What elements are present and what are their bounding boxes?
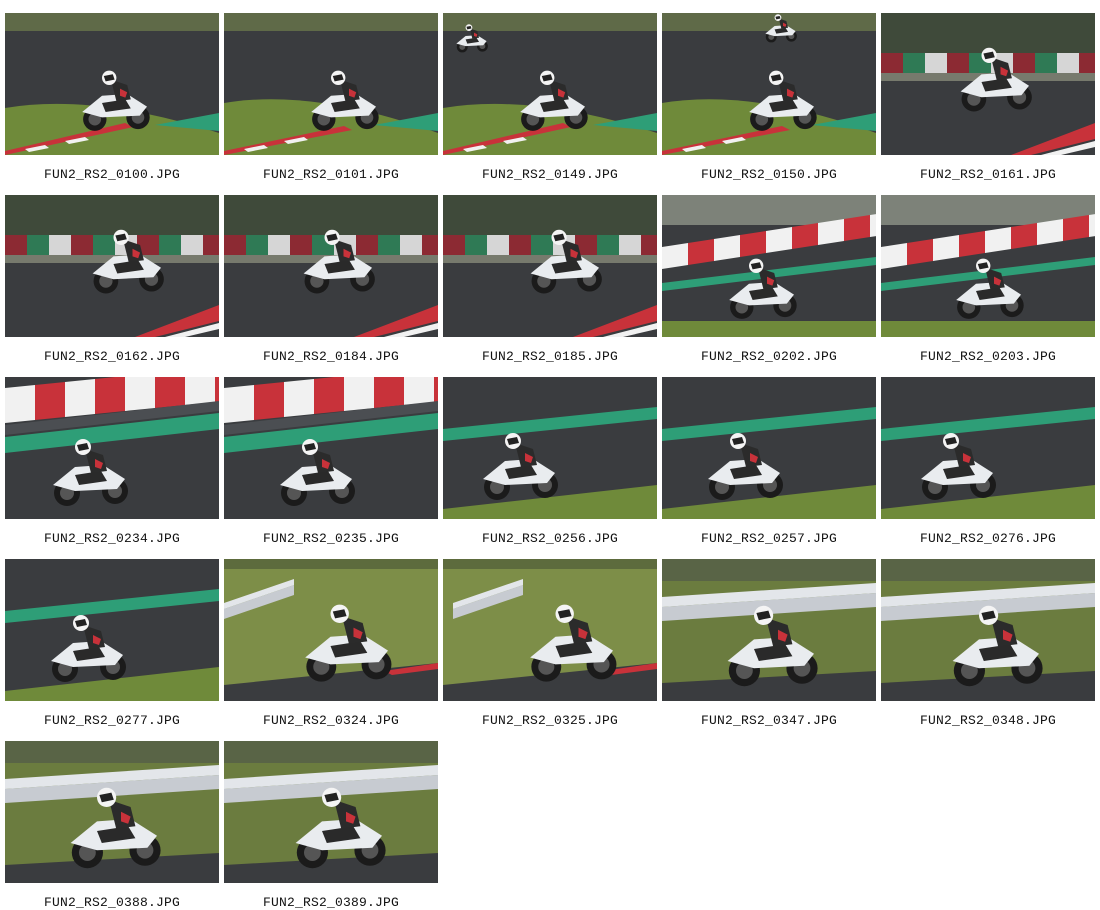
photo-filename-label: FUN2_RS2_0234.JPG xyxy=(43,531,181,546)
photo-filename-label: FUN2_RS2_0185.JPG xyxy=(481,349,619,364)
photo-filename-label: FUN2_RS2_0149.JPG xyxy=(481,167,619,182)
motorcycle-photo-thumbnail[interactable] xyxy=(5,741,219,883)
photo-thumbnail-tile[interactable]: FUN2_RS2_0389.JPG xyxy=(224,741,438,910)
photo-thumbnail-tile[interactable]: FUN2_RS2_0347.JPG xyxy=(662,559,876,728)
motorcycle-photo-thumbnail[interactable] xyxy=(662,13,876,155)
photo-filename-label: FUN2_RS2_0324.JPG xyxy=(262,713,400,728)
motorcycle-photo-thumbnail[interactable] xyxy=(443,559,657,701)
motorcycle-photo-thumbnail[interactable] xyxy=(224,195,438,337)
photo-filename-label: FUN2_RS2_0389.JPG xyxy=(262,895,400,910)
photo-filename-label: FUN2_RS2_0184.JPG xyxy=(262,349,400,364)
photo-thumbnail-tile[interactable]: FUN2_RS2_0203.JPG xyxy=(881,195,1095,364)
motorcycle-photo-thumbnail[interactable] xyxy=(443,13,657,155)
photo-thumbnail-tile[interactable]: FUN2_RS2_0276.JPG xyxy=(881,377,1095,546)
photo-filename-label: FUN2_RS2_0100.JPG xyxy=(43,167,181,182)
photo-filename-label: FUN2_RS2_0277.JPG xyxy=(43,713,181,728)
motorcycle-photo-thumbnail[interactable] xyxy=(881,559,1095,701)
photo-filename-label: FUN2_RS2_0150.JPG xyxy=(700,167,838,182)
motorcycle-photo-thumbnail[interactable] xyxy=(5,195,219,337)
motorcycle-photo-thumbnail[interactable] xyxy=(662,377,876,519)
photo-thumbnail-tile[interactable]: FUN2_RS2_0348.JPG xyxy=(881,559,1095,728)
photo-thumbnail-tile[interactable]: FUN2_RS2_0101.JPG xyxy=(224,13,438,182)
photo-thumbnail-tile[interactable]: FUN2_RS2_0257.JPG xyxy=(662,377,876,546)
motorcycle-photo-thumbnail[interactable] xyxy=(443,195,657,337)
photo-thumbnail-tile[interactable]: FUN2_RS2_0256.JPG xyxy=(443,377,657,546)
photo-gallery: FUN2_RS2_0100.JPG FUN2_RS2_0101.JPG FUN2_R… xyxy=(5,13,1095,910)
motorcycle-photo-thumbnail[interactable] xyxy=(881,377,1095,519)
photo-thumbnail-tile[interactable]: FUN2_RS2_0150.JPG xyxy=(662,13,876,182)
photo-filename-label: FUN2_RS2_0276.JPG xyxy=(919,531,1057,546)
motorcycle-photo-thumbnail[interactable] xyxy=(662,195,876,337)
photo-filename-label: FUN2_RS2_0348.JPG xyxy=(919,713,1057,728)
photo-thumbnail-tile[interactable]: FUN2_RS2_0277.JPG xyxy=(5,559,219,728)
photo-filename-label: FUN2_RS2_0101.JPG xyxy=(262,167,400,182)
photo-thumbnail-tile[interactable]: FUN2_RS2_0234.JPG xyxy=(5,377,219,546)
photo-thumbnail-tile[interactable]: FUN2_RS2_0149.JPG xyxy=(443,13,657,182)
photo-thumbnail-tile[interactable]: FUN2_RS2_0100.JPG xyxy=(5,13,219,182)
photo-filename-label: FUN2_RS2_0203.JPG xyxy=(919,349,1057,364)
photo-thumbnail-tile[interactable]: FUN2_RS2_0162.JPG xyxy=(5,195,219,364)
photo-filename-label: FUN2_RS2_0325.JPG xyxy=(481,713,619,728)
photo-filename-label: FUN2_RS2_0256.JPG xyxy=(481,531,619,546)
photo-filename-label: FUN2_RS2_0162.JPG xyxy=(43,349,181,364)
photo-filename-label: FUN2_RS2_0257.JPG xyxy=(700,531,838,546)
photo-thumbnail-tile[interactable]: FUN2_RS2_0324.JPG xyxy=(224,559,438,728)
motorcycle-photo-thumbnail[interactable] xyxy=(5,377,219,519)
photo-filename-label: FUN2_RS2_0161.JPG xyxy=(919,167,1057,182)
photo-filename-label: FUN2_RS2_0347.JPG xyxy=(700,713,838,728)
motorcycle-photo-thumbnail[interactable] xyxy=(881,13,1095,155)
motorcycle-photo-thumbnail[interactable] xyxy=(443,377,657,519)
photo-thumbnail-tile[interactable]: FUN2_RS2_0161.JPG xyxy=(881,13,1095,182)
motorcycle-photo-thumbnail[interactable] xyxy=(662,559,876,701)
motorcycle-photo-thumbnail[interactable] xyxy=(5,13,219,155)
photo-thumbnail-tile[interactable]: FUN2_RS2_0388.JPG xyxy=(5,741,219,910)
motorcycle-photo-thumbnail[interactable] xyxy=(5,559,219,701)
motorcycle-photo-thumbnail[interactable] xyxy=(224,13,438,155)
photo-thumbnail-tile[interactable]: FUN2_RS2_0325.JPG xyxy=(443,559,657,728)
photo-filename-label: FUN2_RS2_0388.JPG xyxy=(43,895,181,910)
photo-thumbnail-tile[interactable]: FUN2_RS2_0184.JPG xyxy=(224,195,438,364)
motorcycle-photo-thumbnail[interactable] xyxy=(224,559,438,701)
motorcycle-photo-thumbnail[interactable] xyxy=(224,741,438,883)
photo-thumbnail-tile[interactable]: FUN2_RS2_0185.JPG xyxy=(443,195,657,364)
photo-thumbnail-tile[interactable]: FUN2_RS2_0202.JPG xyxy=(662,195,876,364)
motorcycle-photo-thumbnail[interactable] xyxy=(881,195,1095,337)
photo-filename-label: FUN2_RS2_0202.JPG xyxy=(700,349,838,364)
photo-thumbnail-tile[interactable]: FUN2_RS2_0235.JPG xyxy=(224,377,438,546)
motorcycle-photo-thumbnail[interactable] xyxy=(224,377,438,519)
photo-filename-label: FUN2_RS2_0235.JPG xyxy=(262,531,400,546)
